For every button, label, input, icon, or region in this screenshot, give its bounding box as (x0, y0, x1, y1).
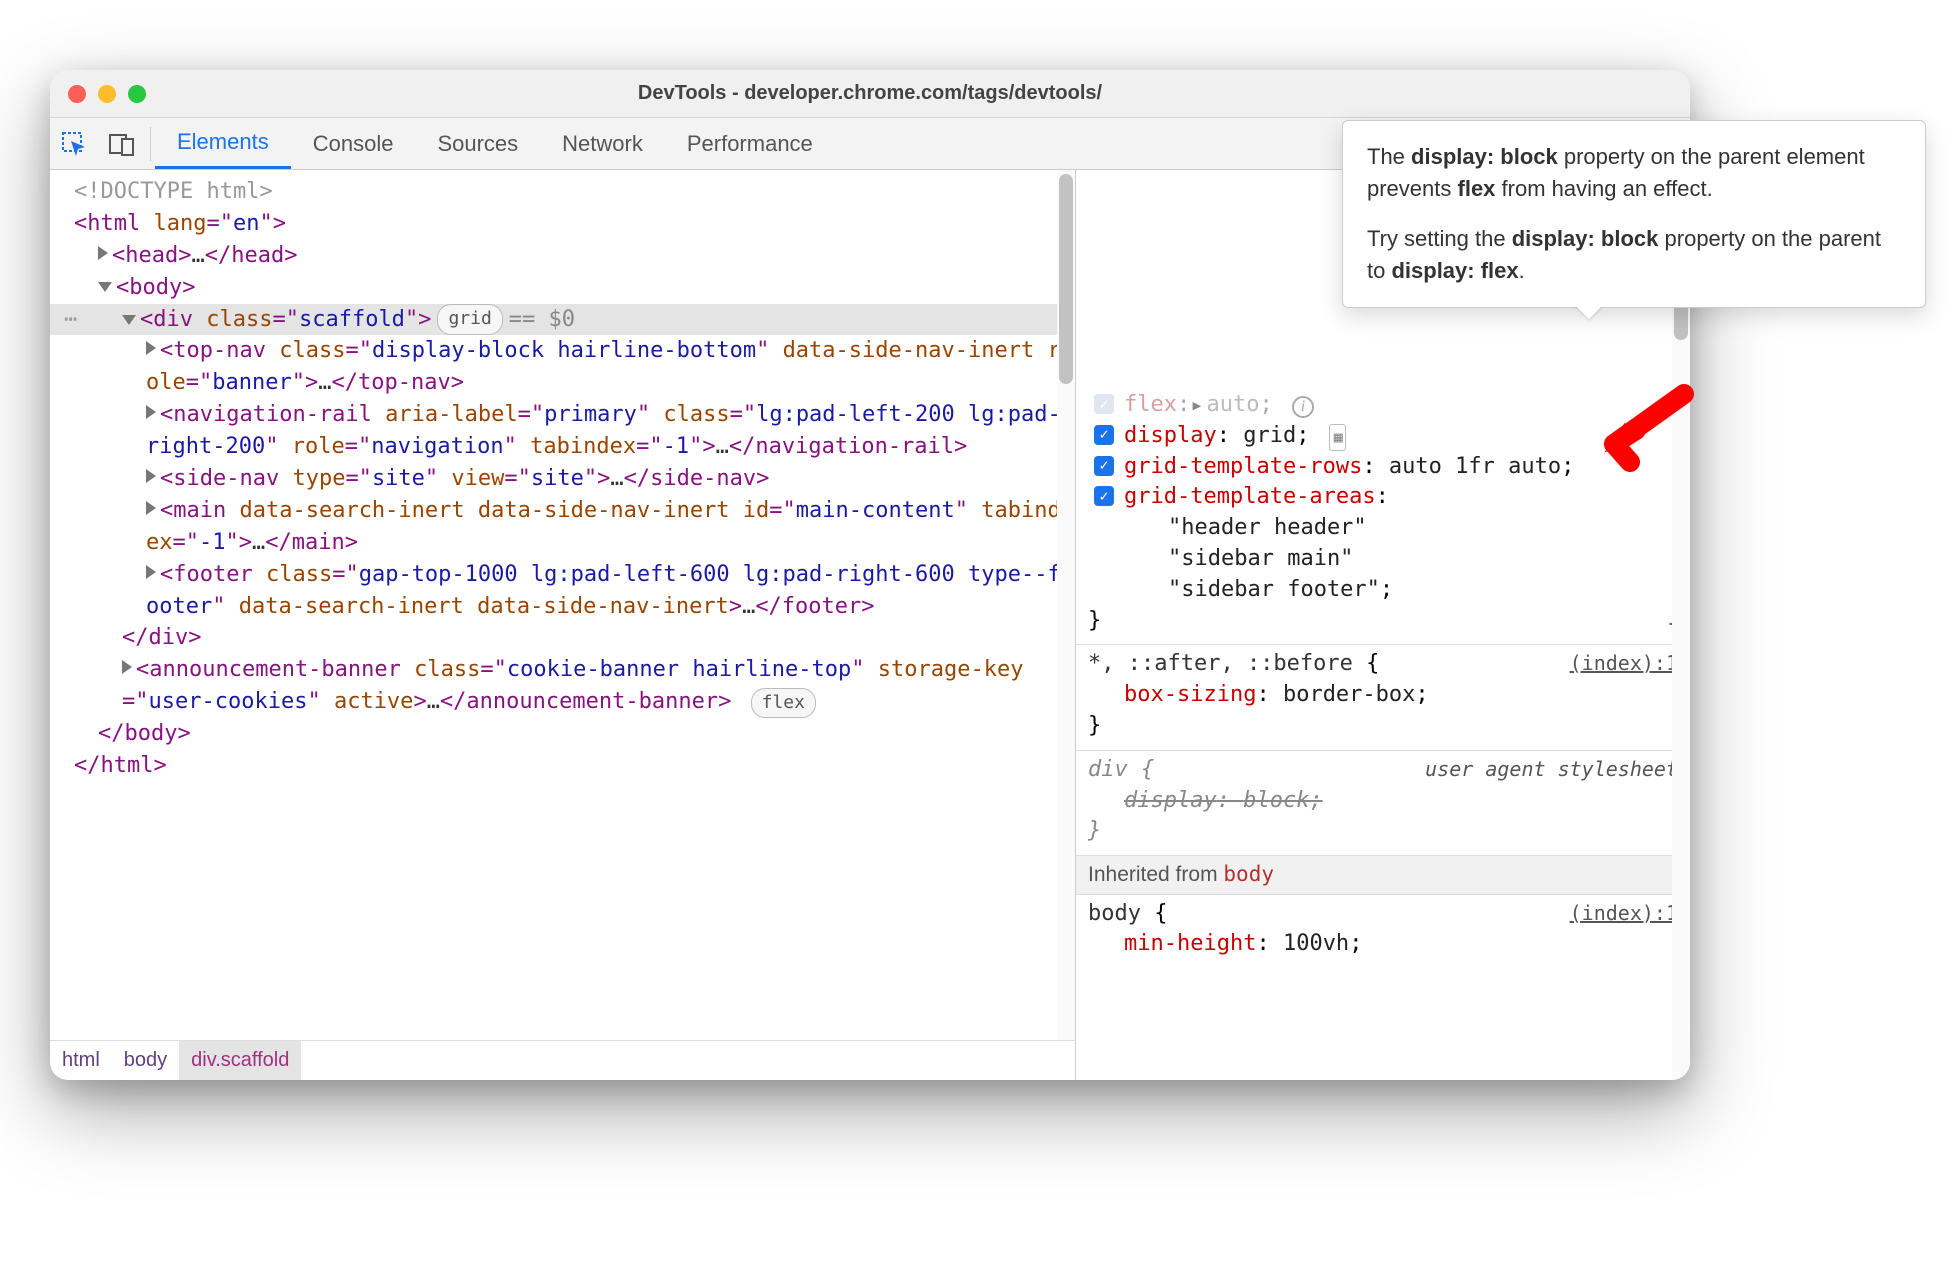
breadcrumbs: html body div.scaffold (50, 1040, 1075, 1080)
hint-tooltip: The display: block property on the paren… (1342, 120, 1926, 308)
selection-tail: == $0 (509, 304, 575, 336)
body-close[interactable]: </body> (50, 718, 1075, 750)
dom-scrollbar[interactable] (1057, 170, 1075, 1040)
titlebar: DevTools - developer.chrome.com/tags/dev… (50, 70, 1690, 118)
expand-icon[interactable] (122, 660, 132, 674)
crumb-selected[interactable]: div.scaffold (179, 1041, 301, 1080)
elements-panel: <!DOCTYPE html> <html lang="en"> <head>…… (50, 170, 1076, 1080)
red-arrow-annotation (1594, 384, 1694, 474)
head-node[interactable]: <head>…</head> (50, 240, 1075, 272)
flex-badge[interactable]: flex (751, 688, 816, 718)
css-rule-ua[interactable]: div { user agent stylesheet display: blo… (1076, 751, 1690, 856)
expand-icon[interactable] (98, 246, 108, 260)
gutter-more-icon[interactable]: ⋯ (64, 304, 77, 336)
dom-child[interactable]: <main data-search-inert data-side-nav-in… (50, 495, 1075, 559)
rule-close: } (1088, 816, 1678, 847)
source-link[interactable]: (index):1 (1570, 899, 1678, 927)
expand-icon[interactable]: ▸ (1190, 391, 1203, 422)
selected-node[interactable]: ⋯ <div class="scaffold"> grid == $0 (50, 304, 1075, 336)
css-prop-flex[interactable]: ✓ flex:▸auto; i (1088, 390, 1678, 421)
inspect-icon[interactable] (50, 131, 98, 157)
css-selector[interactable]: body (1088, 901, 1141, 926)
css-prop-grid-areas[interactable]: ✓ grid-template-areas: (1088, 482, 1678, 513)
html-close[interactable]: </html> (50, 750, 1075, 782)
inherited-from: Inherited from body (1076, 856, 1690, 894)
tab-console[interactable]: Console (291, 118, 416, 169)
checkbox-icon[interactable]: ✓ (1094, 425, 1114, 445)
source-link: user agent stylesheet (1425, 755, 1678, 783)
html-node[interactable]: <html lang="en"> (50, 208, 1075, 240)
checkbox-icon[interactable]: ✓ (1094, 394, 1114, 414)
expand-icon[interactable] (146, 565, 156, 579)
div-close[interactable]: </div> (50, 622, 1075, 654)
grid-badge[interactable]: grid (437, 304, 502, 334)
tab-elements[interactable]: Elements (155, 118, 291, 169)
traffic-lights (68, 85, 146, 103)
checkbox-icon[interactable]: ✓ (1094, 486, 1114, 506)
doctype-node[interactable]: <!DOCTYPE html> (74, 179, 273, 204)
expand-icon[interactable] (146, 405, 156, 419)
crumb-html[interactable]: html (50, 1041, 112, 1080)
rule-close: } (1088, 606, 1678, 637)
minimize-window-button[interactable] (98, 85, 116, 103)
tooltip-tail (1575, 305, 1603, 319)
separator (150, 127, 151, 161)
css-value-line[interactable]: "sidebar footer"; (1088, 575, 1678, 606)
dom-tree[interactable]: <!DOCTYPE html> <html lang="en"> <head>…… (50, 170, 1075, 1040)
device-toggle-icon[interactable] (98, 131, 146, 157)
expand-icon[interactable] (146, 469, 156, 483)
dom-child[interactable]: <side-nav type="site" view="site">…</sid… (50, 463, 1075, 495)
zoom-window-button[interactable] (128, 85, 146, 103)
tab-performance[interactable]: Performance (665, 118, 835, 169)
css-rule[interactable]: *, ::after, ::before { (index):1 box-siz… (1076, 645, 1690, 750)
css-prop-grid-rows[interactable]: ✓ grid-template-rows: auto 1fr auto; (1088, 452, 1678, 483)
close-window-button[interactable] (68, 85, 86, 103)
source-link[interactable]: (index):1 (1570, 649, 1678, 677)
tab-network[interactable]: Network (540, 118, 665, 169)
css-selector[interactable]: div (1088, 757, 1128, 782)
crumb-body[interactable]: body (112, 1041, 179, 1080)
css-prop[interactable]: min-height: 100vh; (1088, 929, 1678, 960)
css-prop[interactable]: box-sizing: border-box; (1088, 680, 1678, 711)
collapse-icon[interactable] (122, 315, 136, 325)
rule-close: } (1088, 711, 1678, 742)
expand-icon[interactable] (146, 501, 156, 515)
tab-sources[interactable]: Sources (415, 118, 540, 169)
info-icon[interactable]: i (1292, 396, 1314, 418)
checkbox-icon[interactable]: ✓ (1094, 456, 1114, 476)
css-selector[interactable]: *, ::after, ::before (1088, 651, 1353, 676)
dom-child[interactable]: <footer class="gap-top-1000 lg:pad-left-… (50, 559, 1075, 623)
css-prop-display[interactable]: ✓ display: grid; ▦ (1088, 421, 1678, 452)
grid-editor-icon[interactable]: ▦ (1329, 424, 1346, 451)
body-node[interactable]: <body> (50, 272, 1075, 304)
dom-child[interactable]: <top-nav class="display-block hairline-b… (50, 335, 1075, 399)
expand-icon[interactable] (146, 341, 156, 355)
dom-child[interactable]: <navigation-rail aria-label="primary" cl… (50, 399, 1075, 463)
css-value-line[interactable]: "sidebar main" (1088, 544, 1678, 575)
css-rule[interactable]: body { (index):1 min-height: 100vh; (1076, 895, 1690, 969)
css-prop[interactable]: display: block; (1088, 786, 1678, 817)
css-value-line[interactable]: "header header" (1088, 513, 1678, 544)
window-title: DevTools - developer.chrome.com/tags/dev… (50, 82, 1690, 105)
announcement-node[interactable]: <announcement-banner class="cookie-banne… (50, 654, 1075, 718)
collapse-icon[interactable] (98, 282, 112, 292)
